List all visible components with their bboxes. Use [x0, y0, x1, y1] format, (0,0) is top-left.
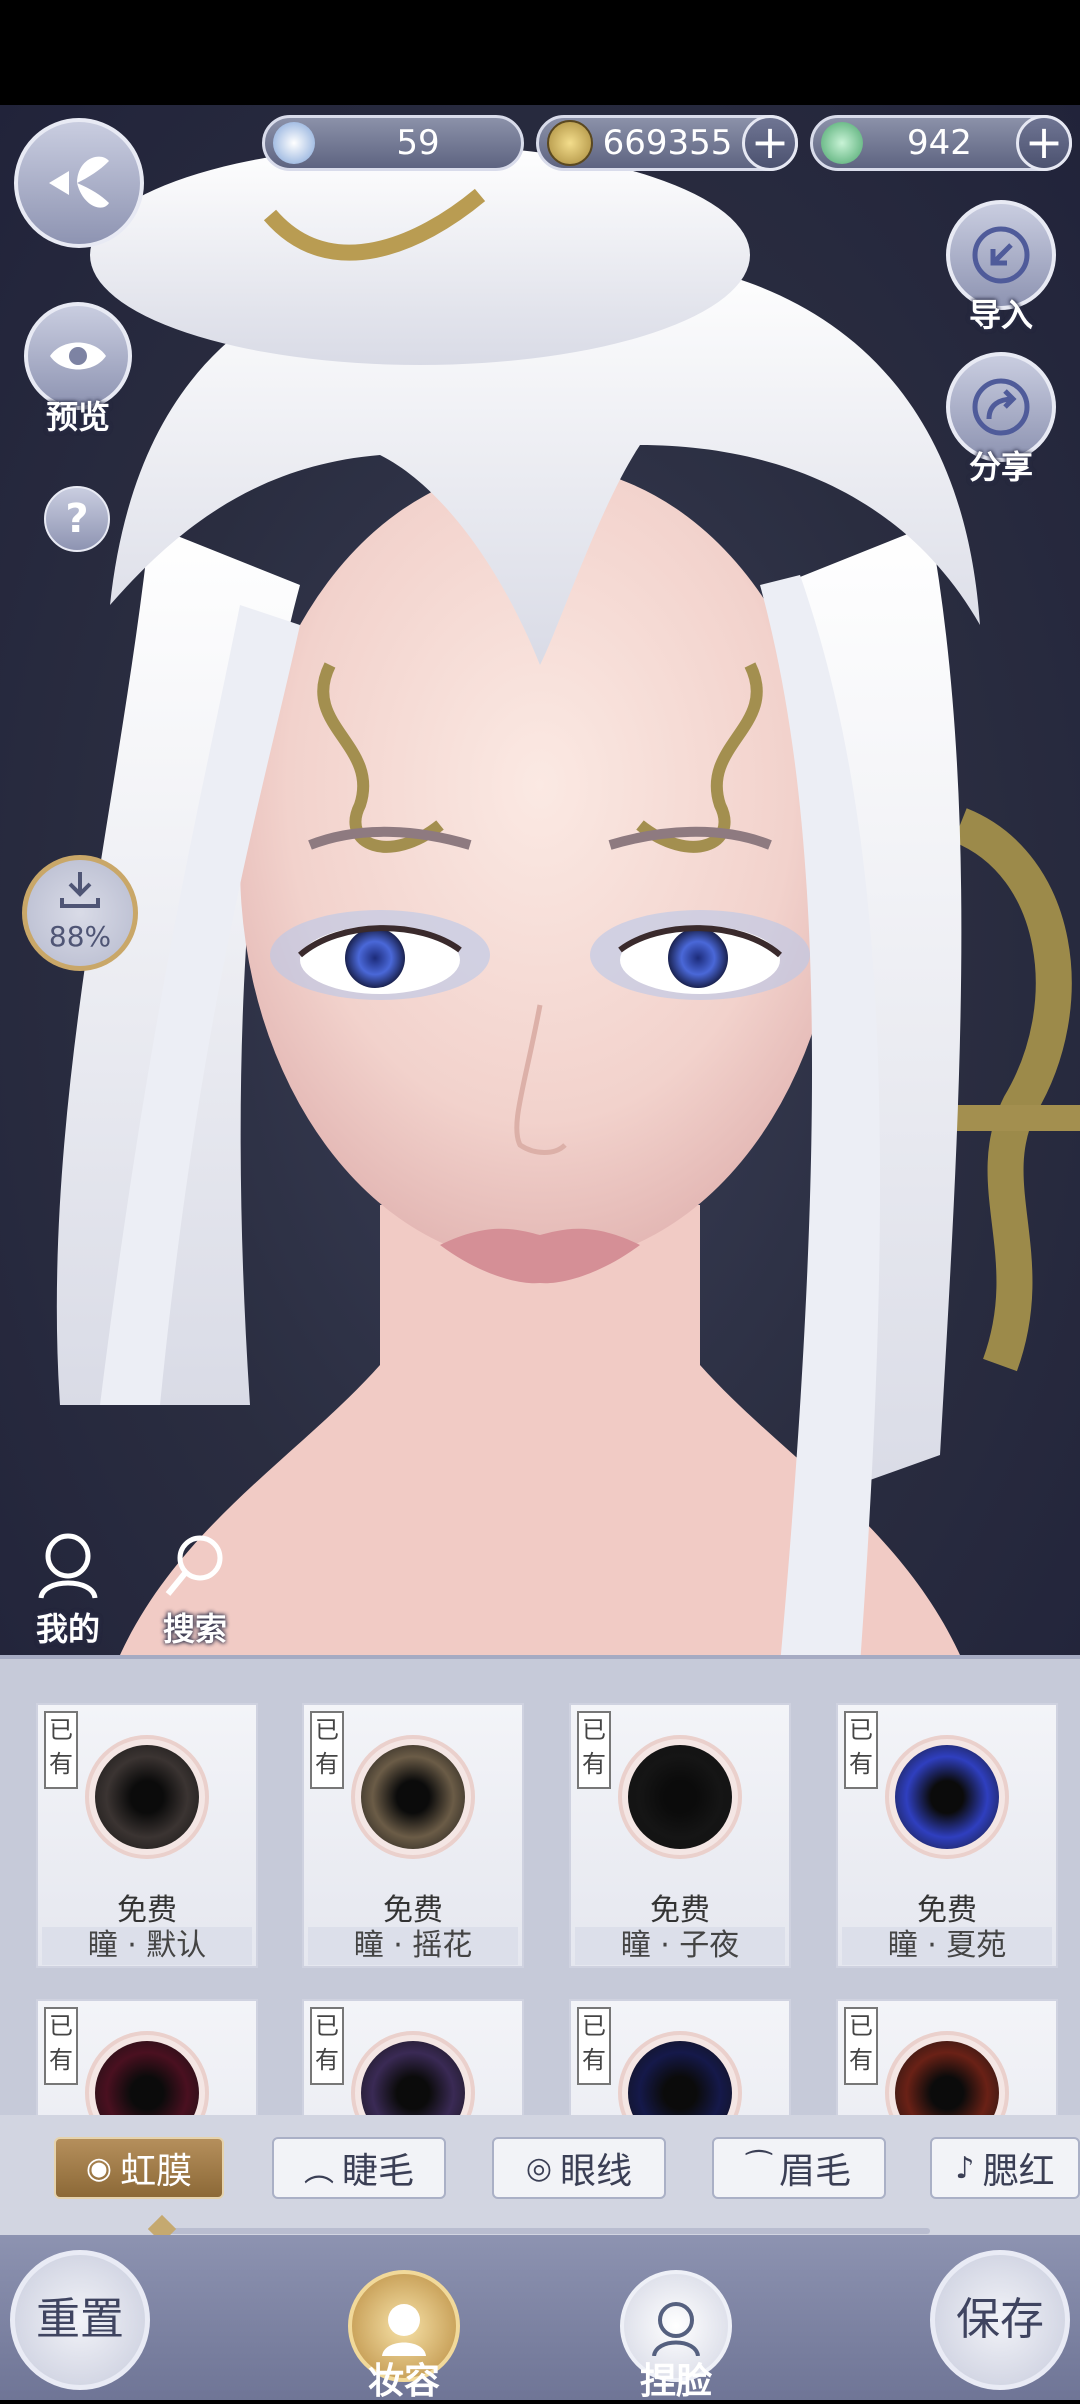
item-price: 免费: [117, 1893, 177, 1928]
tab-eyelash[interactable]: ︵ 睫毛: [272, 2137, 446, 2199]
tab-label: 眼线: [560, 2151, 633, 2192]
help-icon: ?: [65, 496, 89, 542]
iris-item-card[interactable]: 已有免费瞳 · 夏苑: [836, 1703, 1058, 1968]
owned-badge: 已有: [577, 1711, 611, 1789]
owned-badge: 已有: [577, 2007, 611, 2085]
tab-iris[interactable]: ◉ 虹膜: [54, 2137, 224, 2199]
add-copper-button[interactable]: +: [742, 115, 798, 171]
search-button[interactable]: 搜索: [150, 1530, 240, 1648]
search-icon: [165, 1535, 223, 1596]
owned-badge: 已有: [44, 2007, 78, 2085]
jade-currency-value: 59: [396, 123, 440, 163]
tab-eye[interactable]: ◎ 眼线: [492, 2137, 666, 2199]
tab-label: 睫毛: [341, 2151, 414, 2192]
item-name: 瞳 · 摇花: [308, 1927, 518, 1965]
tab-label: 虹膜: [120, 2151, 193, 2192]
eyelash-icon: ︵: [303, 2154, 334, 2189]
back-button[interactable]: [14, 118, 144, 248]
mine-button[interactable]: 我的: [26, 1530, 110, 1648]
tab-scroll-track: [160, 2228, 930, 2234]
save-label: 保存: [956, 2294, 1044, 2345]
iris-item-card[interactable]: 已有免费瞳 · 摇花: [302, 1703, 524, 1968]
import-arrow-icon: [972, 226, 1030, 284]
eye-icon: ◎: [525, 2150, 553, 2186]
iris-color: [95, 1745, 199, 1849]
makeup-face-icon: [382, 2304, 426, 2356]
face-sculpt-icon: [652, 2302, 700, 2356]
bottom-nav: [0, 2235, 1080, 2400]
blush-icon: ♪: [955, 2150, 975, 2186]
green-gem-pill: 942 +: [810, 115, 1072, 171]
item-name: 瞳 · 默认: [42, 1927, 252, 1965]
iris-item-panel: 已有 免费瞳 · 默认 已有 免费瞳 · 摇花 已有 免费瞳 · 子夜 已有 免费瞳 · 夏苑…: [0, 1655, 1080, 2264]
preview-label: 预览: [45, 398, 110, 436]
search-label: 搜索: [162, 1610, 227, 1648]
owned-badge: 已有: [844, 1711, 878, 1789]
tab-eyebrow[interactable]: ⁀ 眉毛: [712, 2137, 886, 2199]
character-preview-scene[interactable]: [0, 105, 1080, 1655]
eyebrow-icon: ⁀: [746, 2150, 772, 2186]
save-button[interactable]: 保存: [930, 2250, 1070, 2390]
import-label: 导入: [968, 296, 1033, 334]
tab-label: 腮红: [982, 2151, 1055, 2192]
item-name: 瞳 · 夏苑: [842, 1927, 1052, 1965]
item-price: 免费: [917, 1893, 977, 1928]
tab-label: 眉毛: [779, 2151, 852, 2192]
makeup-label: 妆容: [367, 2360, 440, 2402]
jade-currency-pill: 59: [262, 115, 524, 171]
iris-icon: ◉: [85, 2150, 113, 2186]
owned-badge: 已有: [44, 1711, 78, 1789]
mine-label: 我的: [35, 1610, 100, 1648]
owned-badge: 已有: [310, 2007, 344, 2085]
copper-coin-icon: [547, 120, 593, 166]
download-progress[interactable]: 88%: [22, 855, 138, 971]
iris-swatch: [351, 1735, 475, 1859]
butterfly-back-icon: [49, 156, 109, 208]
iris-swatch: [85, 1735, 209, 1859]
character-render: [56, 145, 1080, 1655]
green-gem-icon: [821, 122, 863, 164]
add-green-gem-button[interactable]: +: [1016, 115, 1072, 171]
download-percent: 88%: [48, 920, 112, 953]
iris-swatch: [618, 1735, 742, 1859]
item-name: 瞳 · 子夜: [575, 1927, 785, 1965]
iris-color: [895, 1745, 999, 1849]
reset-label: 重置: [36, 2294, 124, 2345]
help-button[interactable]: ?: [44, 486, 110, 552]
owned-badge: 已有: [844, 2007, 878, 2085]
iris-color: [628, 1745, 732, 1849]
jade-currency-icon: [273, 122, 315, 164]
owned-badge: 已有: [310, 1711, 344, 1789]
item-price: 免费: [383, 1893, 443, 1928]
item-price: 免费: [650, 1893, 710, 1928]
eye-icon: [50, 342, 106, 370]
tab-blush[interactable]: ♪ 腮红: [930, 2137, 1080, 2199]
copper-coin-pill: 669355 +: [536, 115, 798, 171]
share-label: 分享: [968, 448, 1033, 486]
face-sculpt-label: 捏脸: [639, 2360, 712, 2402]
share-arrow-icon: [972, 378, 1030, 436]
iris-item-card[interactable]: 已有免费瞳 · 默认: [36, 1703, 258, 1968]
status-bar: [0, 0, 1080, 105]
iris-swatch: [885, 1735, 1009, 1859]
reset-button[interactable]: 重置: [10, 2250, 150, 2390]
green-gem-value: 942: [907, 123, 972, 163]
iris-item-card[interactable]: 已有免费瞳 · 子夜: [569, 1703, 791, 1968]
download-icon: [60, 872, 100, 908]
copper-coin-value: 669355: [602, 123, 733, 163]
iris-color: [361, 1745, 465, 1849]
person-avatar-icon: [38, 1533, 98, 1599]
